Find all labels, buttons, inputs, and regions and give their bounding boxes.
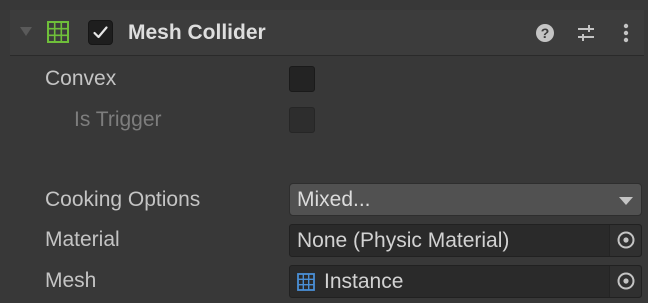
- object-picker-icon: [617, 272, 635, 290]
- component-header[interactable]: Mesh Collider ?: [10, 10, 644, 56]
- mesh-grid-icon: [47, 21, 69, 43]
- material-value: None (Physic Material): [297, 229, 510, 252]
- mesh-asset-icon: [297, 273, 315, 291]
- material-object-picker[interactable]: [609, 225, 641, 256]
- convex-checkbox[interactable]: [289, 66, 315, 92]
- presets-icon[interactable]: [576, 23, 596, 43]
- mesh-collider-inspector: Mesh Collider ? Convex Is Trigger Cookin…: [10, 10, 644, 303]
- component-enabled-checkbox[interactable]: [88, 20, 113, 45]
- cooking-options-label: Cooking Options: [45, 188, 201, 211]
- dropdown-arrow-icon: [619, 197, 633, 205]
- material-object-field[interactable]: None (Physic Material): [289, 224, 642, 257]
- foldout-arrow-icon[interactable]: [20, 27, 32, 36]
- help-icon[interactable]: ?: [535, 23, 555, 43]
- component-title: Mesh Collider: [128, 21, 266, 44]
- mesh-label: Mesh: [45, 269, 97, 292]
- convex-label: Convex: [45, 67, 117, 90]
- checkmark-icon: [93, 26, 108, 39]
- kebab-menu-icon[interactable]: [620, 22, 632, 44]
- cooking-options-dropdown[interactable]: Mixed...: [289, 183, 642, 216]
- material-label: Material: [45, 228, 120, 251]
- mesh-value: Instance: [324, 270, 404, 293]
- object-picker-icon: [617, 231, 635, 249]
- svg-text:?: ?: [541, 25, 550, 41]
- cooking-options-value: Mixed...: [297, 188, 371, 211]
- is-trigger-label: Is Trigger: [74, 108, 162, 131]
- is-trigger-checkbox: [289, 107, 315, 133]
- mesh-object-field[interactable]: Instance: [289, 265, 642, 298]
- mesh-object-picker[interactable]: [609, 266, 641, 297]
